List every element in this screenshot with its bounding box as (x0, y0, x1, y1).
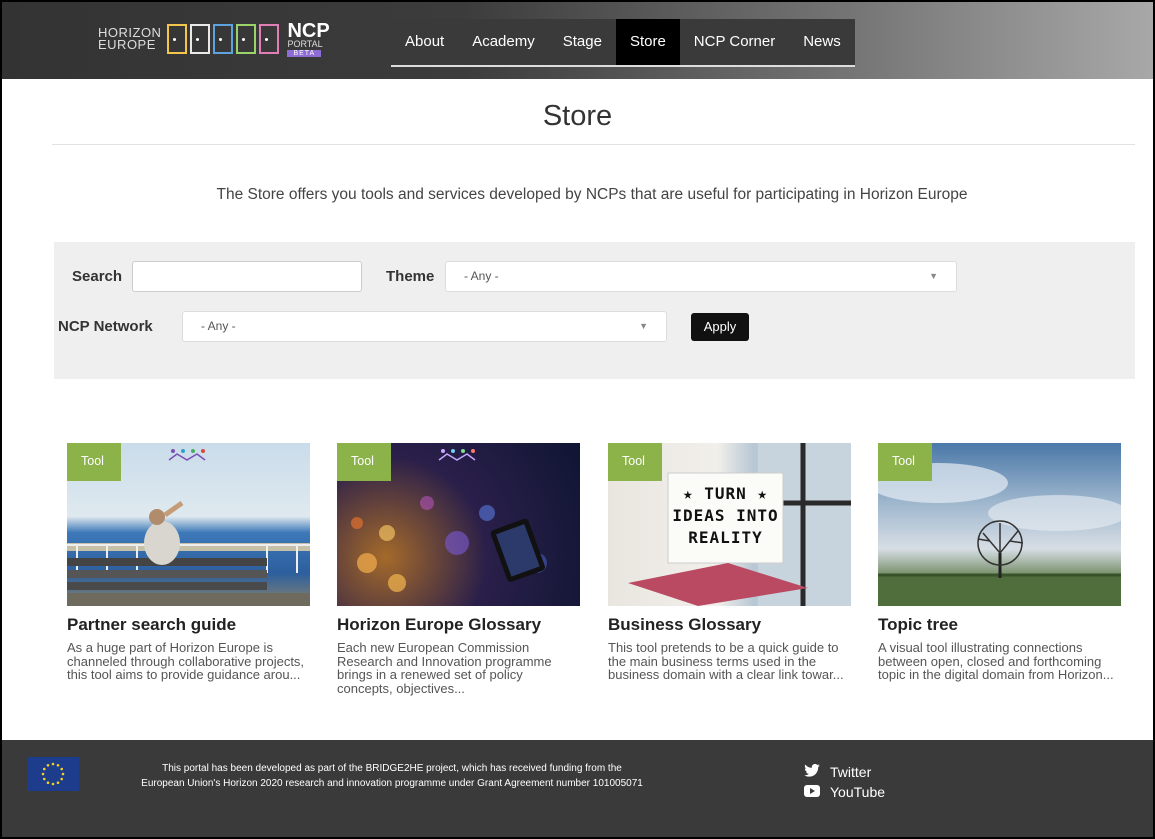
twitter-icon (804, 762, 824, 782)
card-tag: Tool (878, 443, 932, 481)
card-title[interactable]: Business Glossary (608, 615, 851, 635)
site-logo[interactable]: HORIZON EUROPE NCP PORTAL BETA (98, 18, 330, 60)
store-card-topic-tree[interactable]: Tool Topic tree A visual tool illustrati… (878, 443, 1121, 682)
nav-item-ncp-corner[interactable]: NCP Corner (680, 19, 789, 65)
store-card-horizon-europe-glossary[interactable]: Tool Horizon Europe Glossary Each new Eu… (337, 443, 580, 695)
page-frame: HORIZON EUROPE NCP PORTAL BETA About Aca… (0, 0, 1155, 839)
ncp-network-select[interactable]: - Any - ▼ (182, 311, 667, 342)
youtube-label[interactable]: YouTube (830, 782, 885, 802)
ncp-portal-logo: NCP PORTAL BETA (287, 19, 330, 57)
lightbox-line: IDEAS INTO (672, 506, 779, 525)
chevron-down-icon: ▼ (929, 271, 938, 281)
title-divider (52, 144, 1135, 145)
youtube-icon (804, 782, 824, 802)
beta-badge: BETA (287, 49, 322, 57)
youtube-link[interactable]: YouTube (804, 782, 885, 802)
door-icon (259, 24, 280, 54)
theme-select[interactable]: - Any - ▼ (445, 261, 957, 292)
card-description: This tool pretends to be a quick guide t… (608, 640, 844, 682)
door-icon (167, 24, 188, 54)
logo-wordmark: HORIZON EUROPE (98, 26, 161, 52)
doors-logo-icon (167, 24, 280, 54)
chevron-down-icon: ▼ (639, 321, 648, 331)
card-tag: Tool (67, 443, 121, 481)
bridge2he-logo-icon (167, 448, 207, 462)
nav-item-about[interactable]: About (391, 19, 458, 65)
lightbox-line: REALITY (688, 528, 763, 547)
card-title[interactable]: Topic tree (878, 615, 1121, 635)
door-icon (190, 24, 211, 54)
twitter-label[interactable]: Twitter (830, 762, 871, 782)
footer-text-line: This portal has been developed as part o… (162, 763, 622, 774)
nav-item-stage[interactable]: Stage (549, 19, 616, 65)
card-title[interactable]: Partner search guide (67, 615, 310, 635)
logo-ncp: NCP (287, 19, 330, 42)
filter-panel: Search Theme - Any - ▼ NCP Network - Any… (54, 242, 1135, 379)
bridge2he-logo-icon (437, 448, 477, 462)
site-footer: This portal has been developed as part o… (2, 740, 1153, 837)
card-description: As a huge part of Horizon Europe is chan… (67, 640, 305, 682)
nav-item-news[interactable]: News (789, 19, 855, 65)
ncp-network-select-value: - Any - (201, 319, 236, 333)
card-tag: Tool (337, 443, 391, 481)
store-card-partner-search-guide[interactable]: Tool Partner search guide As a huge part… (67, 443, 310, 682)
card-description: A visual tool illustrating connections b… (878, 640, 1114, 682)
apply-button[interactable]: Apply (691, 313, 749, 341)
lightbox-sign: ★ TURN ★ IDEAS INTO REALITY (668, 483, 783, 549)
card-image[interactable]: Tool (337, 443, 580, 606)
card-title[interactable]: Horizon Europe Glossary (337, 615, 580, 635)
search-input[interactable] (132, 261, 362, 292)
store-card-business-glossary[interactable]: ★ TURN ★ IDEAS INTO REALITY Tool Busines… (608, 443, 851, 682)
theme-select-value: - Any - (464, 269, 499, 283)
door-icon (213, 24, 234, 54)
footer-text-line: European Union's Horizon 2020 research a… (141, 778, 643, 789)
main-nav: About Academy Stage Store NCP Corner New… (391, 19, 855, 67)
social-links: Twitter YouTube (804, 762, 885, 802)
logo-portal: PORTAL (287, 38, 323, 49)
door-icon (236, 24, 257, 54)
ncp-network-label: NCP Network (58, 318, 153, 335)
card-image[interactable]: Tool (878, 443, 1121, 606)
lightbox-line: ★ TURN ★ (682, 484, 769, 503)
logo-line-2: EUROPE (98, 37, 156, 52)
theme-label: Theme (386, 268, 435, 285)
page-intro: The Store offers you tools and services … (216, 186, 968, 203)
site-header: HORIZON EUROPE NCP PORTAL BETA About Aca… (2, 2, 1153, 79)
page-title: Store (542, 100, 613, 132)
nav-item-academy[interactable]: Academy (458, 19, 549, 65)
card-tag: Tool (608, 443, 662, 481)
card-image[interactable]: ★ TURN ★ IDEAS INTO REALITY Tool (608, 443, 851, 606)
twitter-link[interactable]: Twitter (804, 762, 885, 782)
eu-flag-icon (27, 757, 79, 791)
search-label: Search (72, 268, 123, 285)
card-description: Each new European Commission Research an… (337, 640, 552, 696)
nav-item-store[interactable]: Store (615, 19, 680, 65)
card-image[interactable]: Tool (67, 443, 310, 606)
footer-funding-text: This portal has been developed as part o… (92, 761, 692, 791)
